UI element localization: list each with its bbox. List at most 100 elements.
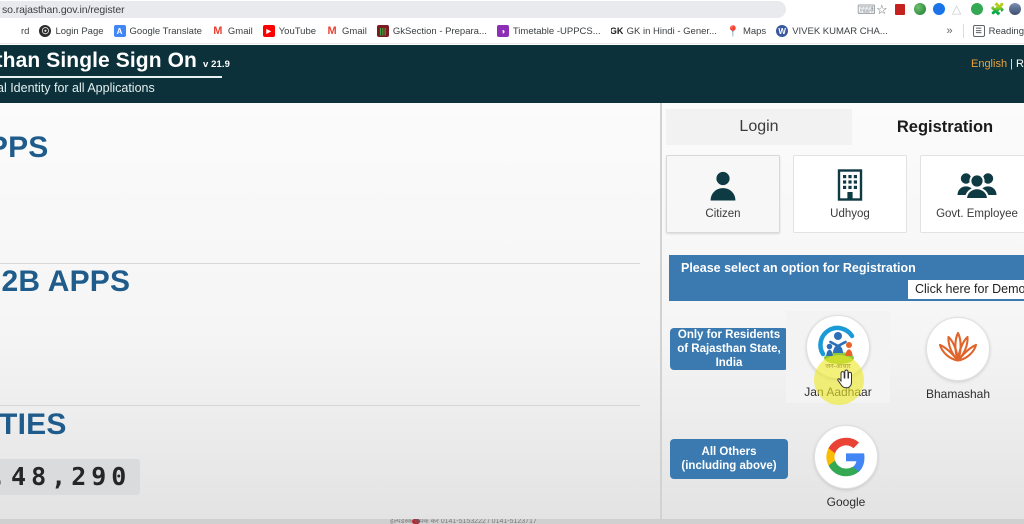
demo-button[interactable]: Click here for Demo xyxy=(908,280,1024,299)
section-divider xyxy=(0,263,640,264)
info-bar-message: Please select an option for Registration xyxy=(681,261,916,275)
bookmark-item[interactable]: ☉ Login Page xyxy=(34,20,108,42)
title-underline xyxy=(0,76,222,78)
bookmark-label: Google Translate xyxy=(129,25,202,37)
bhamashah-lotus-icon xyxy=(926,317,990,381)
extension-shield-icon[interactable] xyxy=(971,3,984,16)
bookmark-item[interactable]: GK GK in Hindi - Gener... xyxy=(606,20,722,42)
gmail-icon: M xyxy=(213,25,223,37)
language-alt[interactable]: R xyxy=(1016,58,1024,70)
bookmark-item[interactable]: ◑ Timetable -UPPCS... xyxy=(492,20,606,42)
browser-window: so.rajasthan.gov.in/register ⌨ ☆ △ 🧩 rd … xyxy=(0,0,1024,524)
extension-blue-icon[interactable] xyxy=(933,3,946,16)
bookmark-label: YouTube xyxy=(278,25,317,37)
bookmark-label: GkSection - Prepara... xyxy=(392,25,487,37)
youtube-icon: ▶ xyxy=(262,25,275,37)
section-divider xyxy=(0,405,640,406)
extension-grey-icon[interactable]: △ xyxy=(952,3,965,16)
category-label-govt-employee: Govt. Employee xyxy=(936,208,1018,220)
group-people-icon xyxy=(957,168,997,202)
registration-option-row-residents: Only for Residents of Rajasthan State, I… xyxy=(662,311,1024,405)
option-label-google: Google xyxy=(826,495,866,509)
google-translate-icon: A xyxy=(113,25,126,37)
registration-option-row-all-others: All Others (including above) Google xyxy=(662,421,1024,509)
section-heading-g2b-apps: G2B APPS xyxy=(0,265,131,298)
auth-tabs: Login Registration xyxy=(666,109,1024,145)
bookmark-item[interactable]: W VIVEK KUMAR CHA... xyxy=(771,20,893,42)
svg-text:जन-आधार: जन-आधार xyxy=(825,362,851,370)
gk-text-icon: GK xyxy=(610,26,623,36)
bookmark-item[interactable]: A Google Translate xyxy=(109,20,207,42)
bookmark-label: VIVEK KUMAR CHA... xyxy=(792,25,888,37)
page-footer: हेल्पडेस्क संपर्क करें 0141-5153222 / 01… xyxy=(0,519,1024,524)
reading-list-icon: ☰ xyxy=(972,25,985,37)
tab-login-label: Login xyxy=(739,118,779,135)
bookmark-item[interactable]: ||| GkSection - Prepara... xyxy=(372,20,492,42)
category-card-govt-employee[interactable]: Govt. Employee xyxy=(920,155,1024,233)
bookmark-item[interactable]: M Gmail xyxy=(207,20,258,42)
auth-panel: Login Registration Citizen Udhyog Govt. … xyxy=(662,103,1024,519)
registration-category-row: Citizen Udhyog Govt. Employee xyxy=(666,155,1024,233)
jan-aadhaar-logo-icon: जन-आधार xyxy=(806,315,870,379)
option-card-google[interactable]: Google xyxy=(794,421,898,513)
option-card-bhamashah[interactable]: Bhamashah xyxy=(906,313,1010,405)
translate-icon[interactable]: ⌨ xyxy=(857,3,876,16)
bookmark-label: Maps xyxy=(742,25,767,37)
page-body: APPS G2B APPS TITIES ,48,290 Login Regis… xyxy=(0,103,1024,519)
tab-login[interactable]: Login xyxy=(666,109,852,145)
section-heading-apps: APPS xyxy=(0,131,49,164)
person-icon xyxy=(708,168,738,202)
google-maps-pin-icon: 📍 xyxy=(726,25,739,38)
language-current[interactable]: English xyxy=(971,58,1007,70)
bookmark-label: Login Page xyxy=(55,25,104,37)
google-g-icon xyxy=(814,425,878,489)
partial-bookmark-icon xyxy=(5,25,17,37)
category-card-citizen[interactable]: Citizen xyxy=(666,155,780,233)
bookmark-item[interactable]: M Gmail xyxy=(321,20,372,42)
section-heading-identities: TITIES xyxy=(0,408,67,441)
globe-icon: ☉ xyxy=(39,25,52,37)
bookmark-label: rd xyxy=(21,25,30,37)
bookmark-item[interactable]: ▶ YouTube xyxy=(258,20,321,42)
category-label-udhyog: Udhyog xyxy=(830,208,870,220)
reading-list-button[interactable]: ☰ Reading xyxy=(968,20,1024,42)
extension-red-icon[interactable] xyxy=(895,3,908,16)
page-title: asthan Single Sign On xyxy=(0,49,197,72)
bookmarks-bar: rd ☉ Login Page A Google Translate M Gma… xyxy=(0,19,1024,44)
footer-text: हेल्पडेस्क संपर्क करें 0141-5153222 / 01… xyxy=(390,519,537,524)
bookmark-label: Timetable -UPPCS... xyxy=(512,25,601,37)
site-title-row: asthan Single Sign On v 21.9 xyxy=(0,49,230,73)
bookmark-label: Gmail xyxy=(227,25,253,37)
bookmark-item[interactable]: rd xyxy=(0,20,34,42)
option-label-jan-aadhaar: Jan Aadhaar xyxy=(804,385,872,399)
gksection-icon: ||| xyxy=(376,25,389,37)
bookmark-item[interactable]: 📍 Maps xyxy=(722,20,771,42)
tab-registration[interactable]: Registration xyxy=(852,109,1024,145)
category-label-citizen: Citizen xyxy=(705,208,741,220)
wordpress-icon: W xyxy=(776,25,789,37)
bookmark-star-icon[interactable]: ☆ xyxy=(876,3,889,16)
category-card-udhyog[interactable]: Udhyog xyxy=(793,155,907,233)
omnibox-icon-group: ⌨ ☆ △ 🧩 xyxy=(857,1,1022,18)
extension-green-globe-icon[interactable] xyxy=(914,3,927,16)
site-subtitle: Digital Identity for all Applications xyxy=(0,80,155,95)
timetable-icon: ◑ xyxy=(496,25,509,37)
extensions-puzzle-icon[interactable]: 🧩 xyxy=(990,3,1005,16)
language-switcher[interactable]: English | R xyxy=(971,58,1024,70)
reading-list-label: Reading xyxy=(988,25,1024,37)
version-badge: v 21.9 xyxy=(202,59,230,70)
left-info-panel: APPS G2B APPS TITIES ,48,290 xyxy=(0,103,660,519)
profile-avatar-icon[interactable] xyxy=(1009,3,1022,16)
tab-registration-label: Registration xyxy=(896,117,994,136)
building-icon xyxy=(836,168,864,202)
bookmark-label: Gmail xyxy=(342,25,367,37)
language-separator: | xyxy=(1010,58,1013,70)
tooltip-all-others: All Others (including above) xyxy=(670,439,788,479)
bookmarks-overflow-button[interactable]: » xyxy=(940,25,958,37)
option-card-jan-aadhaar[interactable]: जन-आधार Jan Aadhaar xyxy=(786,311,890,405)
option-label-bhamashah: Bhamashah xyxy=(925,387,991,401)
tooltip-residents-only: Only for Residents of Rajasthan State, I… xyxy=(670,328,788,370)
browser-omnibox: so.rajasthan.gov.in/register ⌨ ☆ △ 🧩 xyxy=(0,0,1024,19)
identity-count-display: ,48,290 xyxy=(0,459,141,495)
address-bar-url[interactable]: so.rajasthan.gov.in/register xyxy=(0,4,125,16)
